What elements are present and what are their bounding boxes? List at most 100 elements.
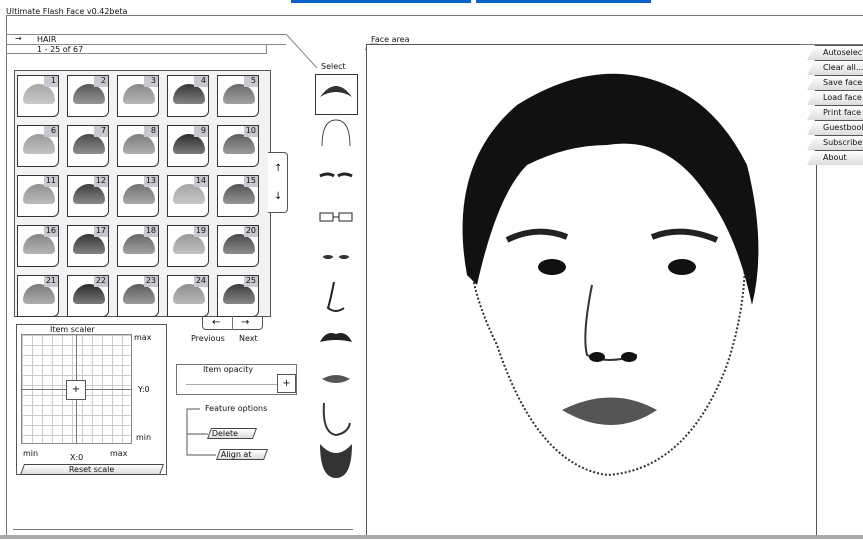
hair-thumbnail <box>23 184 55 204</box>
hair-item-7[interactable]: 7 <box>67 125 109 167</box>
face-area[interactable] <box>366 44 817 539</box>
item-number: 15 <box>244 176 258 187</box>
delete-button[interactable]: Delete <box>206 428 258 439</box>
hair-thumbnail <box>123 184 155 204</box>
hair-item-16[interactable]: 16 <box>17 225 59 267</box>
previous-button[interactable]: ← <box>212 317 220 328</box>
top-bar-right <box>476 0 651 3</box>
select-lips[interactable] <box>315 359 357 399</box>
hair-item-11[interactable]: 11 <box>17 175 59 217</box>
hair-item-4[interactable]: 4 <box>167 75 209 117</box>
item-number: 24 <box>194 276 208 287</box>
menu-item-save-face[interactable]: Save face <box>807 75 863 90</box>
align-at-label: Align at <box>220 450 252 459</box>
hair-thumbnail <box>23 134 55 154</box>
previous-label: Previous <box>191 334 225 343</box>
item-number: 3 <box>144 76 158 87</box>
select-head[interactable] <box>315 116 357 156</box>
face-drawing <box>462 73 759 477</box>
hair-item-14[interactable]: 14 <box>167 175 209 217</box>
select-jaw[interactable] <box>315 399 357 439</box>
hair-thumbnail <box>73 184 105 204</box>
hair-item-24[interactable]: 24 <box>167 275 209 317</box>
hair-item-20[interactable]: 20 <box>217 225 259 267</box>
hair-item-13[interactable]: 13 <box>117 175 159 217</box>
item-number: 25 <box>244 276 258 287</box>
mustache-icon <box>320 333 352 342</box>
item-number: 16 <box>44 226 58 237</box>
item-number: 18 <box>144 226 158 237</box>
hair-thumbnail <box>123 84 155 104</box>
menu-item-clear-all[interactable]: Clear all... <box>807 60 863 75</box>
hair-icon <box>320 86 352 97</box>
hair-thumbnail <box>223 284 255 304</box>
select-beard[interactable] <box>315 440 357 480</box>
hair-thumbnail <box>173 84 205 104</box>
hair-item-10[interactable]: 10 <box>217 125 259 167</box>
menu-item-autoselect[interactable]: Autoselect <box>807 45 863 60</box>
align-at-button[interactable]: Align at <box>215 449 269 460</box>
hair-item-25[interactable]: 25 <box>217 275 259 317</box>
opacity-slider-handle[interactable]: + <box>277 374 296 393</box>
hair-item-21[interactable]: 21 <box>17 275 59 317</box>
hair-item-2[interactable]: 2 <box>67 75 109 117</box>
scaler-y-min: min <box>136 433 152 442</box>
menu-item-guestbook[interactable]: Guestbook <box>807 120 863 135</box>
hair-item-3[interactable]: 3 <box>117 75 159 117</box>
hair-thumbnail <box>23 84 55 104</box>
select-title: Select <box>321 62 346 71</box>
item-number: 23 <box>144 276 158 287</box>
hair-thumbnail <box>73 284 105 304</box>
select-eyebrows[interactable] <box>315 156 357 196</box>
scroll-panel <box>268 152 288 213</box>
glasses-icon <box>319 212 353 221</box>
select-hair[interactable] <box>315 75 357 115</box>
menu-item-print-face[interactable]: Print face <box>807 105 863 120</box>
scaler-x-max: max <box>110 449 128 458</box>
item-opacity-title: Item opacity <box>203 365 254 374</box>
menu-top-line <box>800 44 863 45</box>
menu-item-subscribe[interactable]: Subscribe <box>807 135 863 150</box>
scaler-handle[interactable]: + <box>66 380 86 400</box>
hair-thumbnail <box>23 234 55 254</box>
select-glasses[interactable] <box>315 197 357 237</box>
hair-item-15[interactable]: 15 <box>217 175 259 217</box>
menu-item-about[interactable]: About <box>807 150 863 165</box>
select-mustache[interactable] <box>315 318 357 358</box>
scroll-up-button[interactable]: ↑ <box>274 163 282 174</box>
select-nose[interactable] <box>315 278 357 318</box>
hair-item-23[interactable]: 23 <box>117 275 159 317</box>
eyes-icon <box>323 255 349 259</box>
hair-item-12[interactable]: 12 <box>67 175 109 217</box>
item-number: 5 <box>244 76 258 87</box>
hair-thumbnail <box>223 134 255 154</box>
hair-thumbnail <box>73 234 105 254</box>
bottom-bar <box>0 535 863 539</box>
reset-scale-label: Reset scale <box>69 465 115 474</box>
lips-icon <box>322 374 350 383</box>
top-bar-left <box>291 0 471 3</box>
select-eyes[interactable] <box>315 237 357 277</box>
item-number: 22 <box>94 276 108 287</box>
item-number: 21 <box>44 276 58 287</box>
hair-item-22[interactable]: 22 <box>67 275 109 317</box>
hair-thumbnail <box>123 134 155 154</box>
hair-item-17[interactable]: 17 <box>67 225 109 267</box>
menu-item-load-face[interactable]: Load face <box>807 90 863 105</box>
hair-item-9[interactable]: 9 <box>167 125 209 167</box>
hair-item-6[interactable]: 6 <box>17 125 59 167</box>
scroll-down-button[interactable]: ↓ <box>274 191 282 202</box>
hair-item-5[interactable]: 5 <box>217 75 259 117</box>
hair-item-18[interactable]: 18 <box>117 225 159 267</box>
jaw-icon <box>322 402 351 437</box>
hair-item-1[interactable]: 1 <box>17 75 59 117</box>
item-number: 8 <box>144 126 158 137</box>
item-number: 17 <box>94 226 108 237</box>
item-number: 9 <box>194 126 208 137</box>
next-button[interactable]: → <box>241 317 249 328</box>
hair-item-19[interactable]: 19 <box>167 225 209 267</box>
hair-thumbnail <box>173 184 205 204</box>
hair-item-8[interactable]: 8 <box>117 125 159 167</box>
scaler-y-max: max <box>134 333 152 342</box>
reset-scale-button[interactable]: Reset scale <box>19 464 165 475</box>
